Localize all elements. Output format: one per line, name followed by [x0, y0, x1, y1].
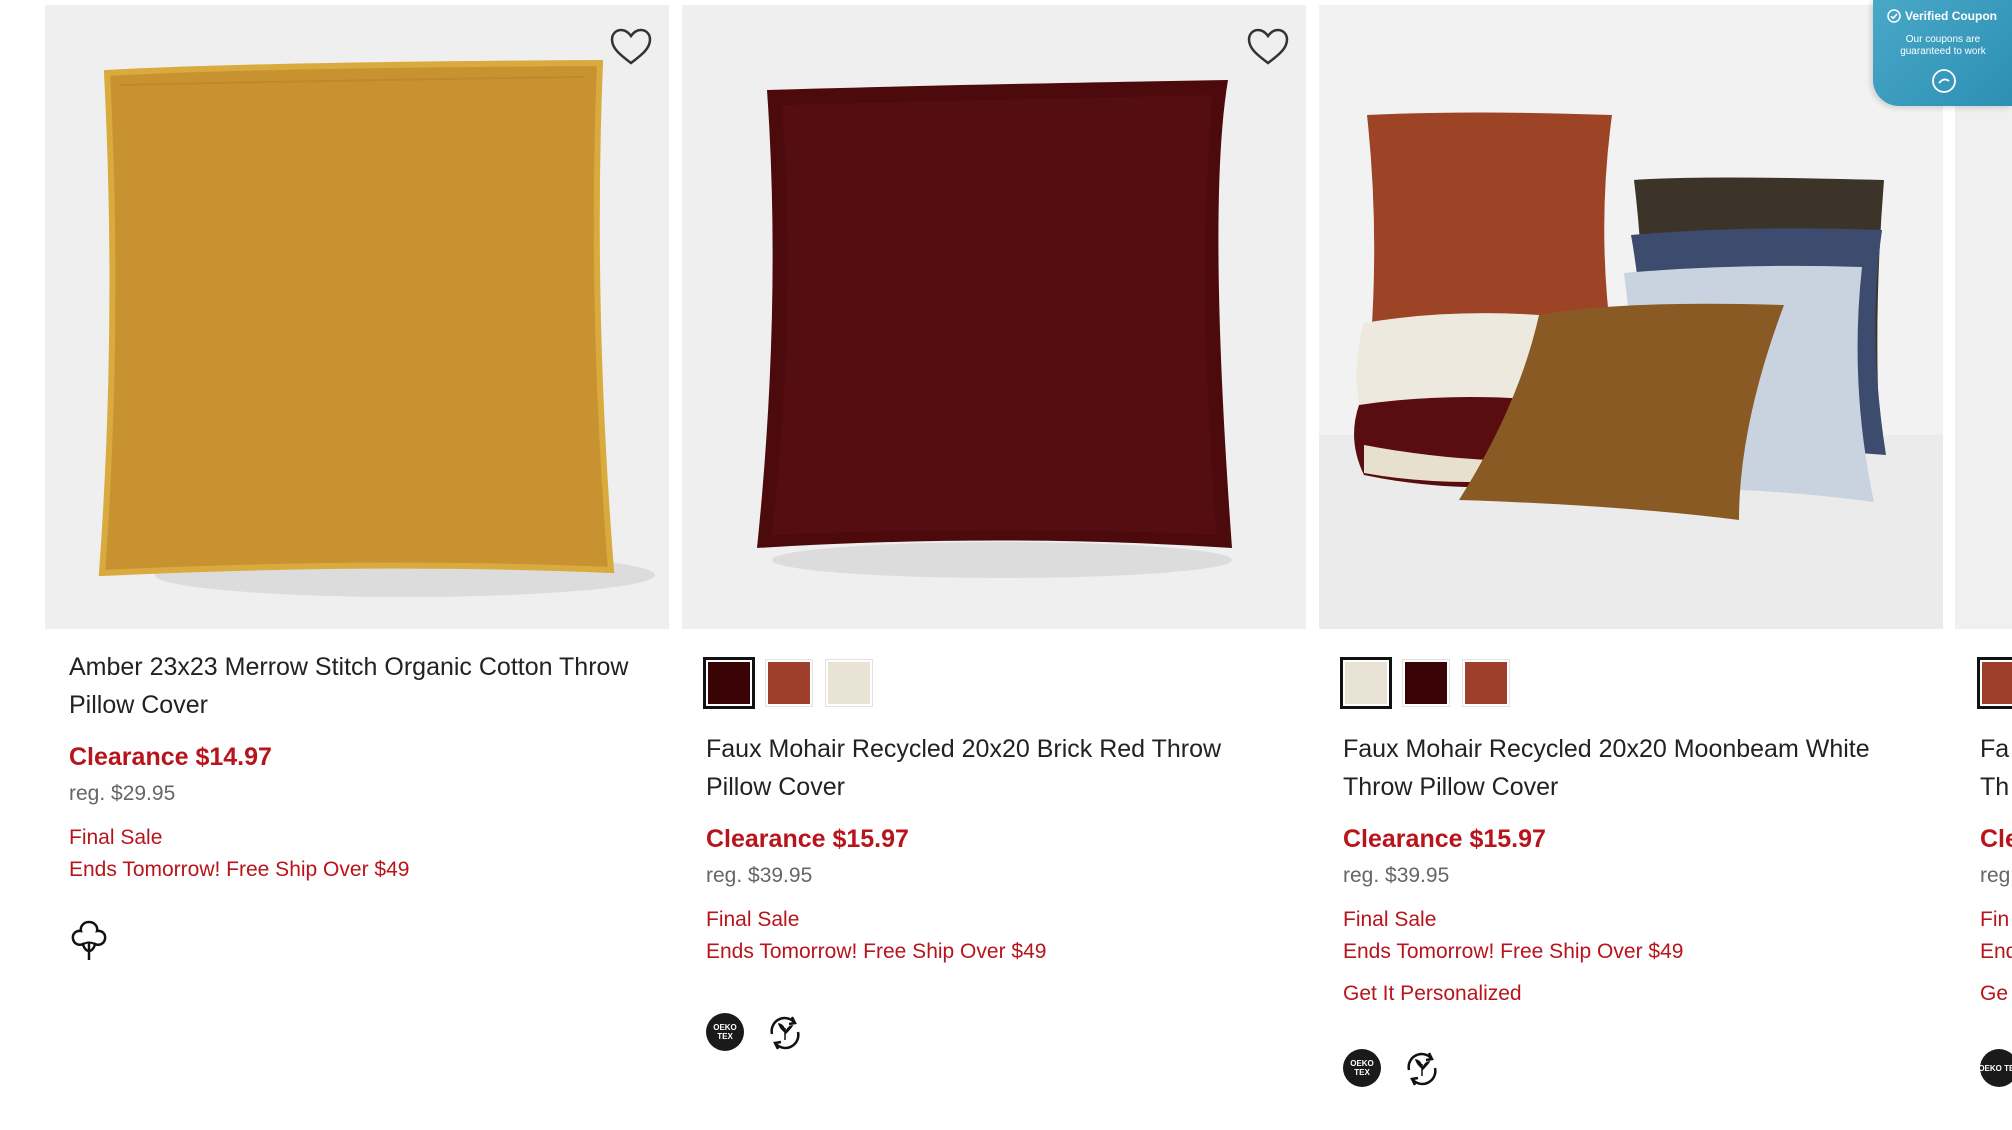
- product-info: Faux Mohair Recycled 20x20 Brick Red Thr…: [706, 730, 1266, 1052]
- swatch-moonbeam-white[interactable]: [825, 659, 873, 707]
- personalize-partial[interactable]: Ge: [1980, 978, 2012, 1010]
- product-image[interactable]: [1319, 5, 1943, 629]
- product-image[interactable]: [682, 5, 1306, 629]
- promo-partial: End: [1980, 940, 2012, 963]
- product-info: Amber 23x23 Merrow Stitch Organic Cotton…: [69, 648, 629, 960]
- oeko-tex-icon: OEKO TEX: [706, 1013, 744, 1051]
- sale-price: Clearance $15.97: [1343, 825, 1546, 853]
- product-title-partial[interactable]: Fa: [1980, 730, 2012, 768]
- regular-price: reg. $39.95: [706, 864, 813, 887]
- swatch-brick-red[interactable]: [703, 657, 755, 709]
- product-grid: Amber 23x23 Merrow Stitch Organic Cotton…: [0, 0, 2012, 1130]
- personalize-link[interactable]: Get It Personalized: [1343, 978, 1903, 1010]
- coupon-title: Verified Coupon: [1905, 9, 1998, 23]
- favorite-heart-icon[interactable]: [609, 27, 653, 67]
- oeko-tex-icon: OEKO TEX: [1980, 1049, 2012, 1087]
- coupon-chat-icon[interactable]: [1931, 68, 1957, 94]
- check-circle-icon: [1887, 9, 1901, 23]
- promo-text: Ends Tomorrow! Free Ship Over $49: [706, 940, 1047, 963]
- product-title[interactable]: Faux Mohair Recycled 20x20 Moonbeam Whit…: [1343, 730, 1903, 806]
- oeko-tex-icon: OEKO TEX: [1343, 1049, 1381, 1087]
- recycled-icon: [770, 1016, 800, 1050]
- promo-text: Ends Tomorrow! Free Ship Over $49: [69, 858, 410, 881]
- organic-cotton-icon: [71, 920, 107, 960]
- product-title[interactable]: Faux Mohair Recycled 20x20 Brick Red Thr…: [706, 730, 1266, 806]
- brick-red-pillow-image: [682, 5, 1306, 629]
- coupon-header: Verified Coupon: [1887, 9, 1997, 23]
- feature-icons: OEKO TEX: [1343, 1048, 1903, 1088]
- feature-icons: OEKO TEX: [706, 1012, 1266, 1052]
- recycled-icon: [1407, 1052, 1437, 1086]
- regular-price-partial: reg: [1980, 864, 2011, 887]
- coupon-subtitle: Our coupons are guaranteed to work: [1900, 34, 1986, 57]
- sale-price-partial: Cle: [1980, 825, 2012, 853]
- product-title[interactable]: Amber 23x23 Merrow Stitch Organic Cotton…: [69, 648, 629, 724]
- pillow-set-image: [1319, 5, 1943, 629]
- amber-pillow-image: [45, 5, 669, 629]
- product-info-partial: Fa Th Cle reg Fin End Ge OEKO TEX: [1980, 730, 2012, 1088]
- color-swatches: [1340, 657, 1510, 712]
- feature-icons: [69, 920, 629, 960]
- promo-text: Ends Tomorrow! Free Ship Over $49: [1343, 940, 1684, 963]
- swatch-moonbeam-white[interactable]: [1340, 657, 1392, 709]
- favorite-heart-icon[interactable]: [1246, 27, 1290, 67]
- sale-price: Clearance $14.97: [69, 743, 272, 771]
- product-info: Faux Mohair Recycled 20x20 Moonbeam Whit…: [1343, 730, 1903, 1088]
- verified-coupon-widget[interactable]: Verified Coupon Our coupons are guarante…: [1873, 0, 2012, 106]
- product-title-partial-line2[interactable]: Th: [1980, 768, 2012, 806]
- regular-price: reg. $39.95: [1343, 864, 1450, 887]
- swatch-partial[interactable]: [1977, 657, 2012, 709]
- feature-icons-partial: OEKO TEX: [1980, 1048, 2012, 1088]
- final-sale-label: Final Sale: [69, 826, 163, 849]
- final-sale-label: Final Sale: [1343, 908, 1437, 931]
- swatch-rust[interactable]: [765, 659, 813, 707]
- product-image[interactable]: [45, 5, 669, 629]
- regular-price: reg. $29.95: [69, 782, 176, 805]
- color-swatches: [703, 657, 873, 712]
- final-sale-partial: Fin: [1980, 908, 2010, 931]
- swatch-rust[interactable]: [1462, 659, 1510, 707]
- sale-price: Clearance $15.97: [706, 825, 909, 853]
- final-sale-label: Final Sale: [706, 908, 800, 931]
- swatch-brick-red[interactable]: [1402, 659, 1450, 707]
